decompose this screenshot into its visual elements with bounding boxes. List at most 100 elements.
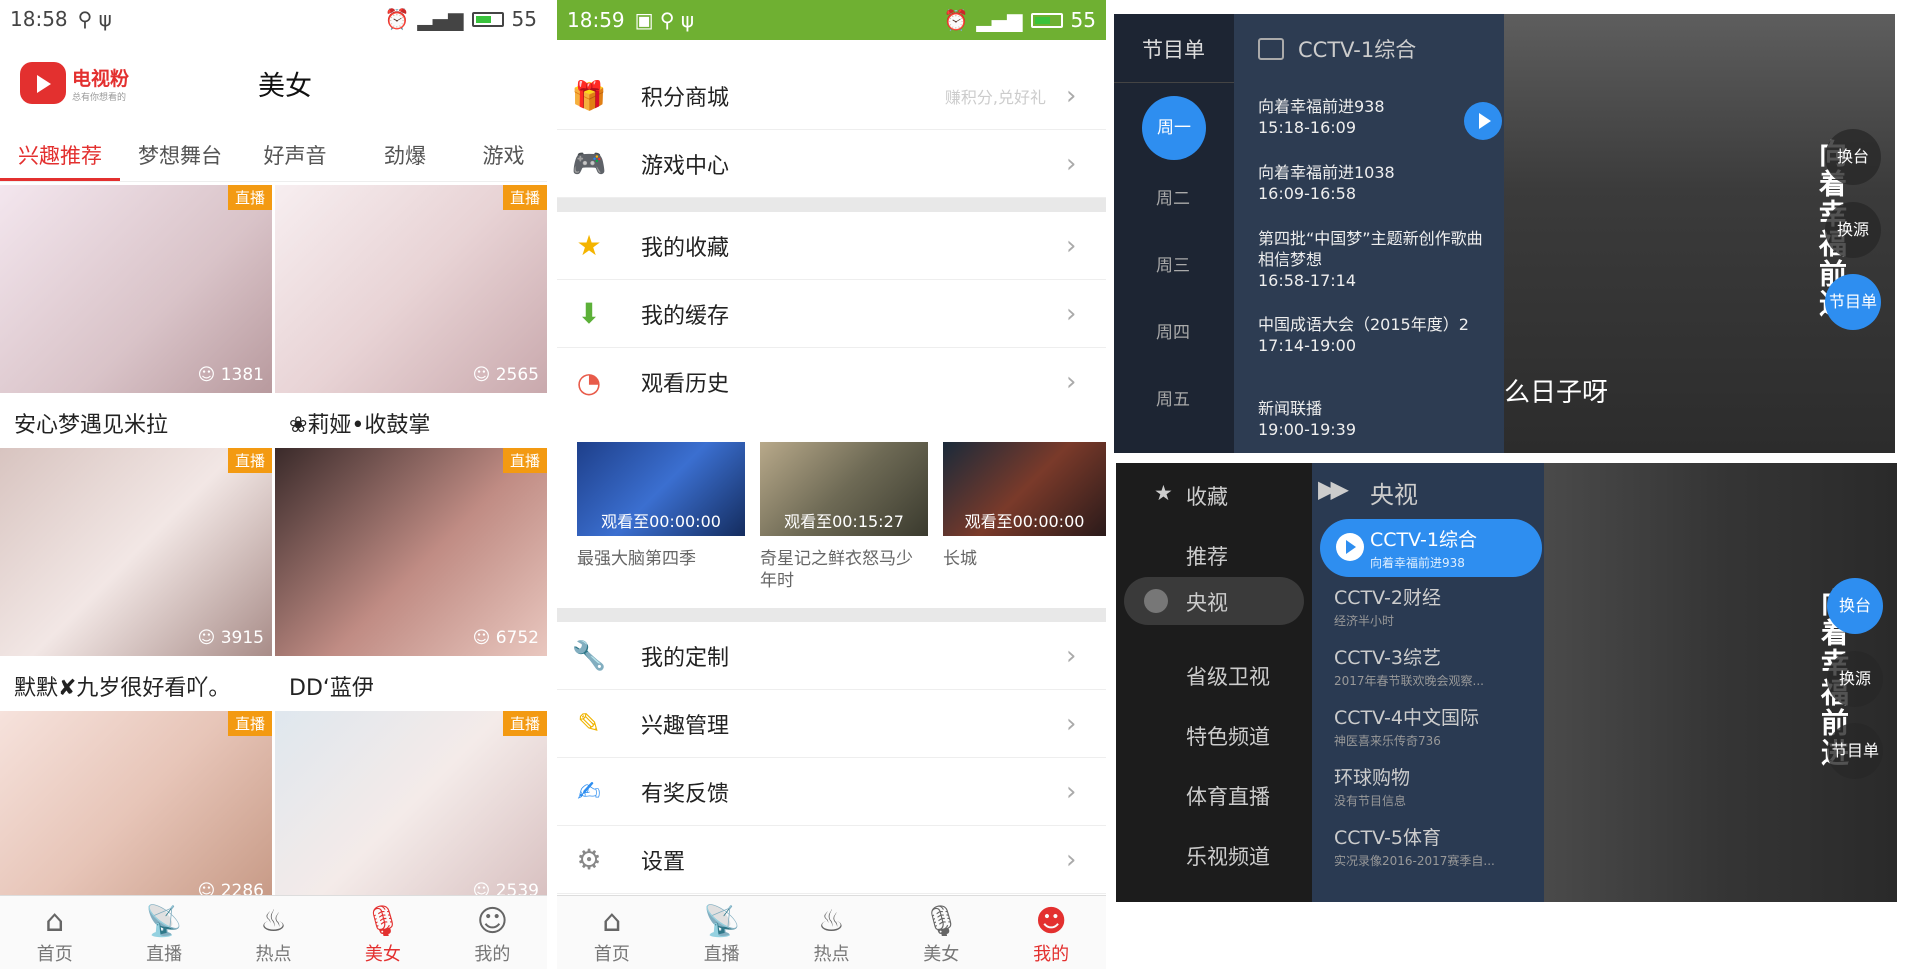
category-sports[interactable]: 体育直播	[1186, 781, 1270, 811]
tab-label: 直播	[703, 944, 740, 965]
channel-item[interactable]: CCTV-2财经 经济半小时	[1334, 583, 1544, 629]
channel-item[interactable]: 环球购物 没有节目信息	[1334, 763, 1544, 809]
app-logo[interactable]: 电视粉 总有你想看的	[20, 56, 138, 112]
stream-thumbnail: 直播 ☺ 6752	[275, 448, 547, 656]
live-badge: 直播	[227, 185, 272, 210]
streamer-name: ❀莉娅•收鼓掌	[289, 413, 431, 438]
category-provincial[interactable]: 省级卫视	[1186, 661, 1270, 691]
schedule-panel: 节目单 周一 周二 周三 周四 周五 CCTV-1综合 向着幸福前进938 15:…	[1114, 14, 1504, 453]
page-title: 美女	[258, 71, 312, 102]
menu-hint: 赚积分,兑好礼	[944, 87, 1046, 107]
channel-item[interactable]: CCTV-4中文国际 神医喜来乐传奇736	[1334, 703, 1544, 749]
day-tuesday[interactable]: 周二	[1156, 184, 1190, 209]
day-friday[interactable]: 周五	[1156, 385, 1190, 410]
menu-watch-history[interactable]: ◔ 观看历史 ›	[557, 348, 1106, 416]
channel-item[interactable]: CCTV-3综艺 2017年春节联欢晚会观察...	[1334, 643, 1544, 689]
switch-source-button[interactable]: 换源	[1825, 202, 1881, 258]
tab-good-voice[interactable]: 好声音	[240, 122, 350, 181]
program-item[interactable]: 向着幸福前进1038 16:09-16:58	[1258, 162, 1488, 204]
menu-game-center[interactable]: 🎮 游戏中心 ›	[557, 130, 1106, 198]
menu-label: 有奖反馈	[641, 781, 730, 807]
stream-card[interactable]: 直播 ☺ 1381 安心梦遇见米拉	[0, 185, 272, 448]
stream-card[interactable]: 直播 ☺ 6752 DD‘蓝伊	[275, 448, 547, 711]
stream-thumbnail: 直播 ☺ 2565	[275, 185, 547, 393]
channel-name: CCTV-1综合	[1370, 529, 1477, 551]
channel-item[interactable]: CCTV-1综合 向着幸福前进938	[1320, 519, 1542, 577]
stream-card[interactable]: 直播 ☺ 2539	[275, 711, 547, 899]
stream-card[interactable]: 直播 ☺ 2286	[0, 711, 272, 899]
tab-trending[interactable]: ♨ 热点	[777, 896, 887, 969]
video-player[interactable]: 向着幸福前进 么日子呀 换台 换源 节目单	[1504, 14, 1895, 453]
battery-level: 55	[1070, 8, 1096, 32]
tab-live[interactable]: 📡 直播	[667, 896, 777, 969]
history-item[interactable]: 观看至00:15:27 奇星记之鲜衣怒马少年时	[760, 442, 928, 592]
section-divider	[557, 608, 1106, 622]
history-item[interactable]: 观看至00:00:00 长城	[943, 442, 1106, 570]
switch-channel-button[interactable]: 换台	[1825, 129, 1881, 185]
day-wednesday[interactable]: 周三	[1156, 251, 1190, 276]
stream-card[interactable]: 直播 ☺ 2565 ❀莉娅•收鼓掌	[275, 185, 547, 448]
tab-games[interactable]: 游戏	[460, 122, 547, 181]
channel-header: CCTV-1综合	[1234, 14, 1504, 84]
category-recommended[interactable]: 推荐	[1186, 541, 1228, 571]
tab-trending[interactable]: ♨ 热点	[219, 896, 328, 969]
program-item[interactable]: 新闻联播 19:00-19:39	[1258, 398, 1488, 440]
menu-settings[interactable]: ⚙ 设置 ›	[557, 826, 1106, 894]
schedule-button[interactable]: 节目单	[1825, 274, 1881, 330]
category-label: 收藏	[1186, 485, 1228, 509]
menu-points-mall[interactable]: 🎁 积分商城 赚积分,兑好礼 ›	[557, 62, 1106, 130]
category-featured[interactable]: 特色频道	[1186, 721, 1270, 751]
tab-label: 热点	[255, 944, 292, 965]
tab-home[interactable]: ⌂ 首页	[557, 896, 667, 969]
tab-mine[interactable]: ☺ 我的	[438, 896, 547, 969]
category-letv[interactable]: 乐视频道	[1186, 841, 1270, 871]
category-tabs: 兴趣推荐 梦想舞台 好声音 劲爆 游戏	[0, 122, 547, 182]
status-bar: 18:59 ▣ ⚲ ψ ⏰ ▂▄▆ 55	[557, 0, 1106, 40]
viewer-number: 1381	[220, 365, 264, 385]
chevron-right-icon: ›	[1066, 708, 1077, 739]
tab-recommend[interactable]: 兴趣推荐	[0, 122, 120, 181]
tab-hot[interactable]: 劲爆	[350, 122, 460, 181]
history-title: 长城	[943, 549, 977, 569]
switch-source-button[interactable]: 换源	[1827, 651, 1883, 707]
tab-dream-stage[interactable]: 梦想舞台	[120, 122, 240, 181]
viewer-count: ☺ 1381	[198, 365, 264, 385]
menu-customize[interactable]: 🔧 我的定制 ›	[557, 622, 1106, 690]
day-thursday[interactable]: 周四	[1156, 318, 1190, 343]
gift-icon: 🎁	[571, 79, 607, 112]
tab-mine[interactable]: ☻ 我的	[996, 896, 1106, 969]
program-name: 中国成语大会（2015年度）2	[1258, 315, 1469, 334]
history-item[interactable]: 观看至00:00:00 最强大脑第四季	[577, 442, 745, 570]
menu-downloads[interactable]: ⬇ 我的缓存 ›	[557, 280, 1106, 348]
program-item[interactable]: 向着幸福前进938 15:18-16:09	[1258, 96, 1488, 138]
menu-favorites[interactable]: ★ 我的收藏 ›	[557, 212, 1106, 280]
tab-home[interactable]: ⌂ 首页	[0, 896, 109, 969]
video-player[interactable]: 向着幸福前进 换台 换源 节目单	[1544, 463, 1897, 902]
chevron-right-icon: ›	[1066, 640, 1077, 671]
program-item[interactable]: 中国成语大会（2015年度）2 17:14-19:00	[1258, 314, 1488, 356]
tab-beauty[interactable]: 🎙 美女	[328, 896, 437, 969]
my-profile-screen: 18:59 ▣ ⚲ ψ ⏰ ▂▄▆ 55 🎁 积分商城 赚积分,兑好礼 › 🎮 …	[557, 0, 1106, 969]
tab-live[interactable]: 📡 直播	[109, 896, 218, 969]
play-icon[interactable]	[1464, 102, 1502, 140]
chevron-right-icon: ›	[1066, 148, 1077, 179]
gamepad-icon: 🎮	[571, 147, 607, 180]
program-time: 16:58-17:14	[1258, 271, 1356, 290]
stream-card[interactable]: 直播 ☺ 3915 默默✘九岁很好看吖。	[0, 448, 272, 711]
program-item[interactable]: 第四批“中国梦”主题新创作歌曲相信梦想 16:58-17:14	[1258, 228, 1488, 291]
menu-feedback[interactable]: ✍ 有奖反馈 ›	[557, 758, 1106, 826]
switch-channel-button[interactable]: 换台	[1827, 578, 1883, 634]
tab-beauty[interactable]: 🎙 美女	[886, 896, 996, 969]
category-cctv[interactable]: 央视	[1124, 577, 1304, 625]
day-monday[interactable]: 周一	[1142, 96, 1206, 160]
category-favorites[interactable]: ★ 收藏	[1154, 481, 1228, 511]
channel-item[interactable]: CCTV-5体育 实况录像2016-2017赛季自...	[1334, 823, 1544, 869]
schedule-button[interactable]: 节目单	[1827, 723, 1883, 779]
user-icon: ☺	[476, 904, 508, 939]
menu-label: 设置	[641, 849, 686, 875]
program-time: 19:00-19:39	[1258, 420, 1356, 439]
menu-interests[interactable]: ✎ 兴趣管理 ›	[557, 690, 1106, 758]
tab-label: 首页	[36, 944, 73, 965]
channel-name: CCTV-4中文国际	[1334, 707, 1479, 729]
watch-progress: 观看至00:15:27	[784, 512, 904, 531]
